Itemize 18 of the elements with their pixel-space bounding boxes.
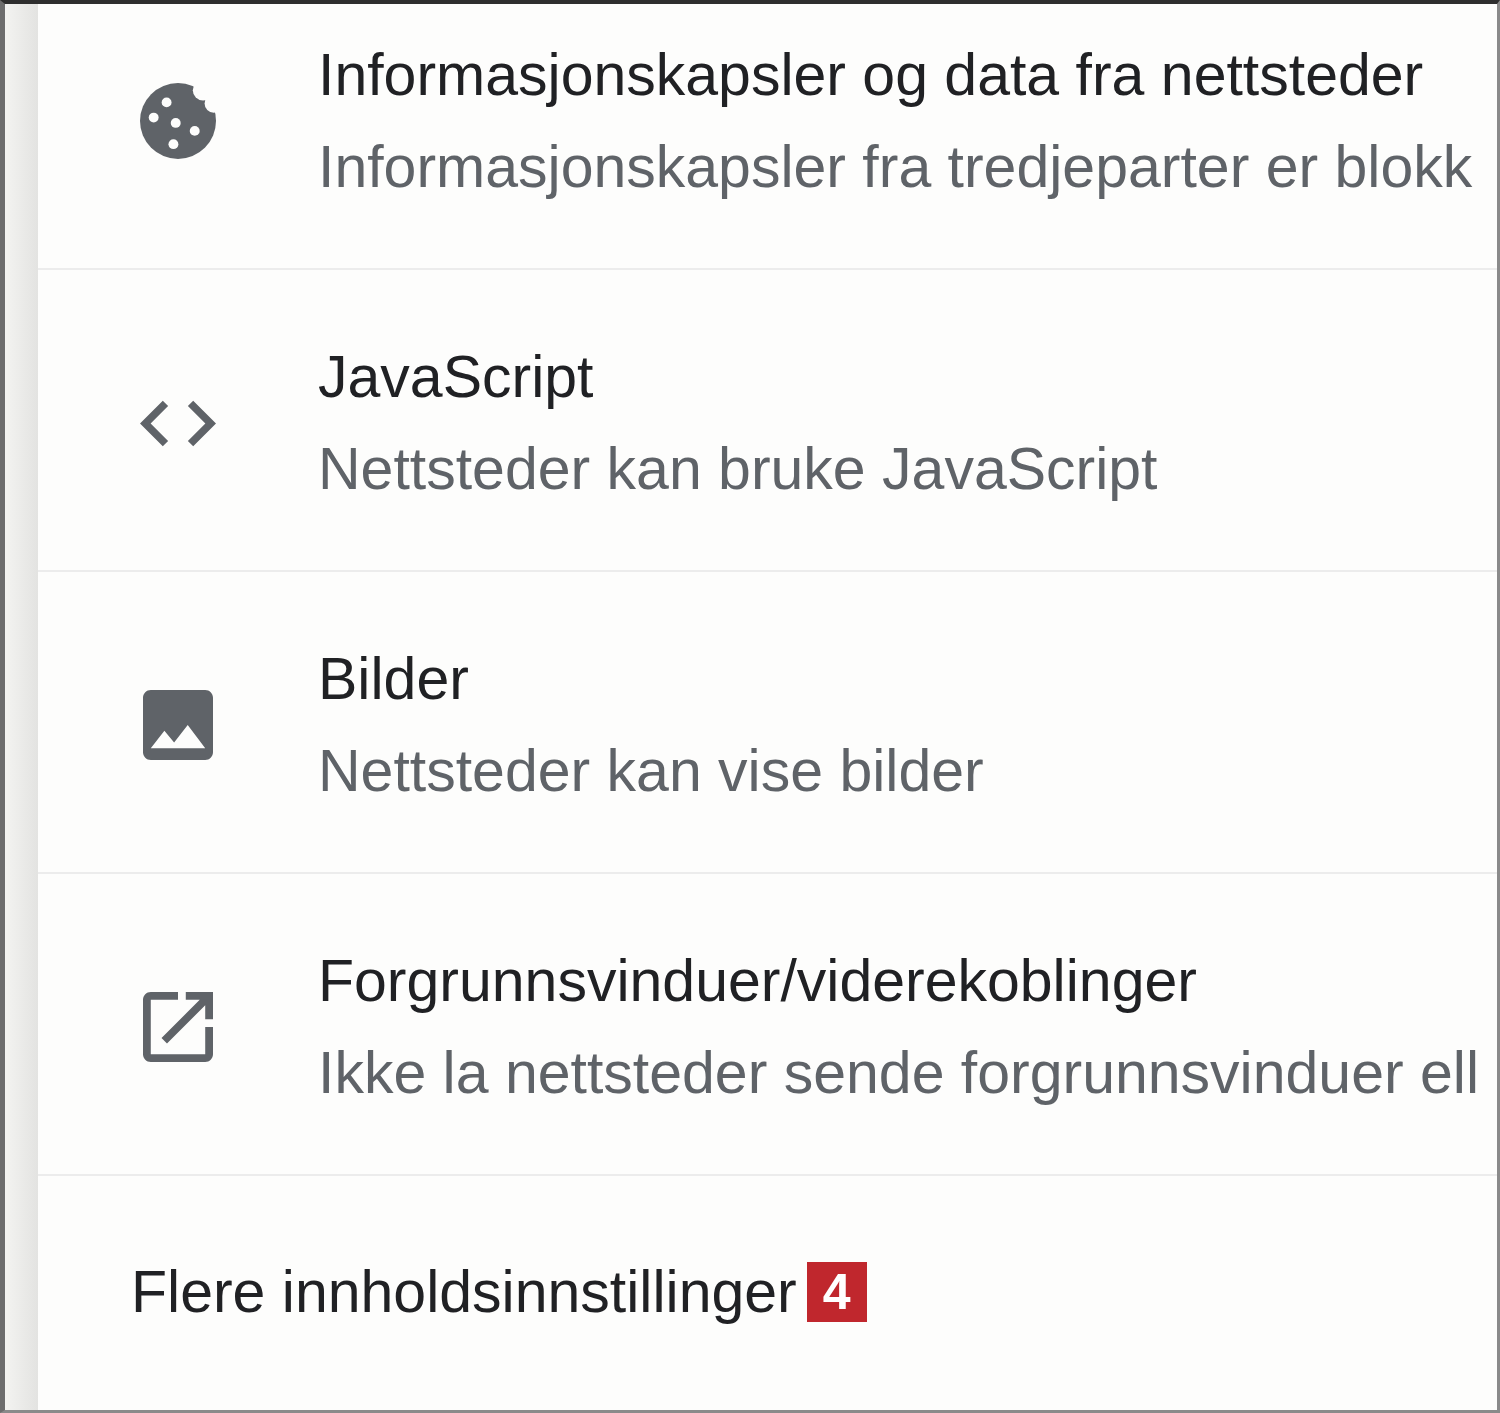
setting-description: Informasjonskapsler fra tredjeparter er blokk <box>318 133 1473 202</box>
external-link-icon <box>143 992 213 1062</box>
cookie-icon <box>140 83 216 159</box>
setting-description: Nettsteder kan bruke JavaScript <box>318 435 1158 504</box>
setting-description: Nettsteder kan vise bilder <box>318 737 984 806</box>
setting-title: Forgrunnsvinduer/viderekoblinger <box>318 947 1198 1016</box>
code-icon <box>140 399 216 447</box>
settings-row[interactable]: Informasjonskapsler og data fra nettsteder Informasjonskapsler fra tredjeparter er blokk <box>38 4 1497 270</box>
setting-title: Informasjonskapsler og data fra nettsteder <box>318 41 1425 110</box>
settings-row[interactable]: JavaScript Nettsteder kan bruke JavaScript <box>38 270 1497 572</box>
setting-title: Bilder <box>318 645 470 714</box>
setting-title: JavaScript <box>318 343 595 412</box>
settings-row[interactable]: Forgrunnsvinduer/viderekoblinger Ikke la nettsteder sende forgrunnsvinduer ell <box>38 874 1497 1176</box>
number-badge: 4 <box>806 1262 867 1322</box>
setting-description: Ikke la nettsteder sende forgrunnsvinduer ell <box>318 1039 1479 1108</box>
settings-row[interactable]: Bilder Nettsteder kan vise bilder <box>38 572 1497 874</box>
image-icon <box>143 690 213 760</box>
more-settings-link[interactable]: Flere innholdsinnstillinger <box>131 1252 797 1332</box>
